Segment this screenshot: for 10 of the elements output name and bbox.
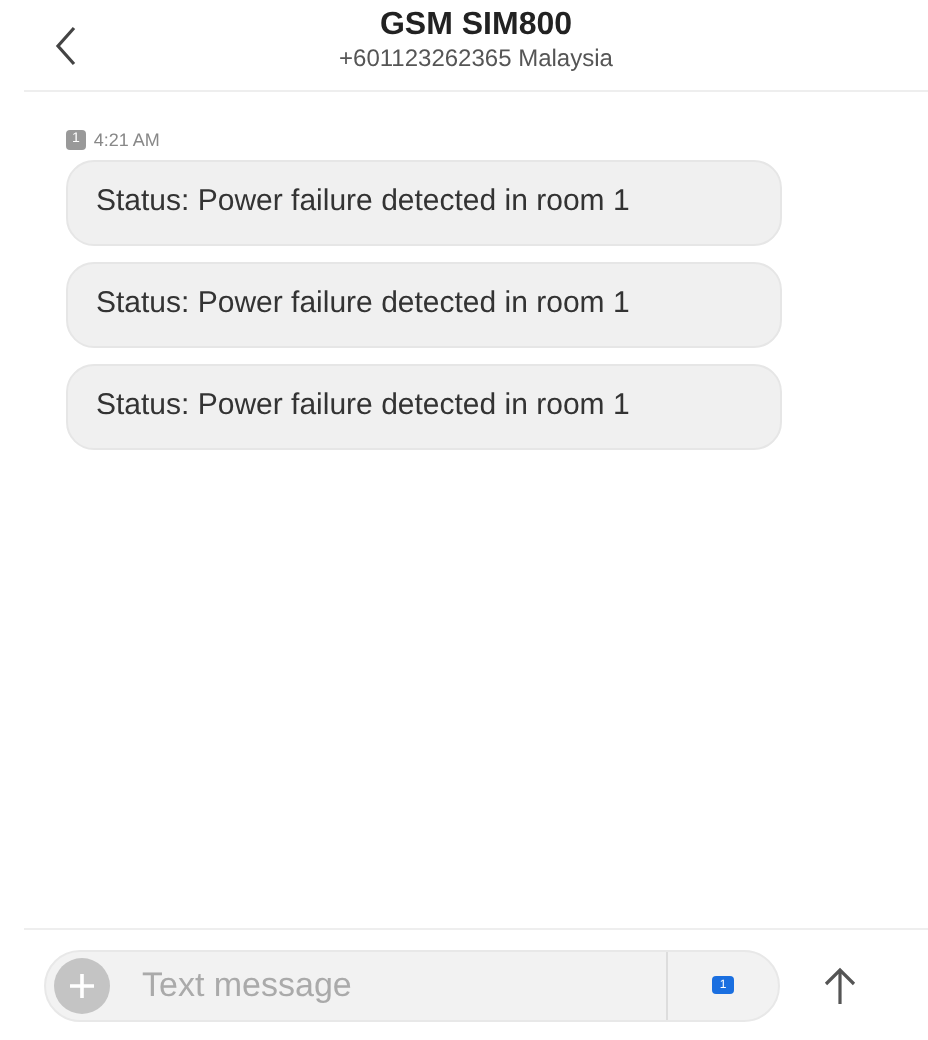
message-time: 4:21 AM: [93, 130, 160, 150]
message-bubble: Status: Power failure detected in room 1: [66, 160, 782, 246]
back-icon[interactable]: [52, 23, 80, 67]
send-button[interactable]: [820, 963, 860, 1007]
message-bubble: Status: Power failure detected in room 1: [66, 262, 782, 348]
message-bubble: Status: Power failure detected in room 1: [66, 364, 782, 450]
contact-number: +601123262365 Malaysia: [339, 44, 613, 72]
arrow-up-icon: [820, 963, 860, 1007]
plus-icon: [68, 971, 96, 999]
contact-name: GSM SIM800: [379, 8, 573, 44]
